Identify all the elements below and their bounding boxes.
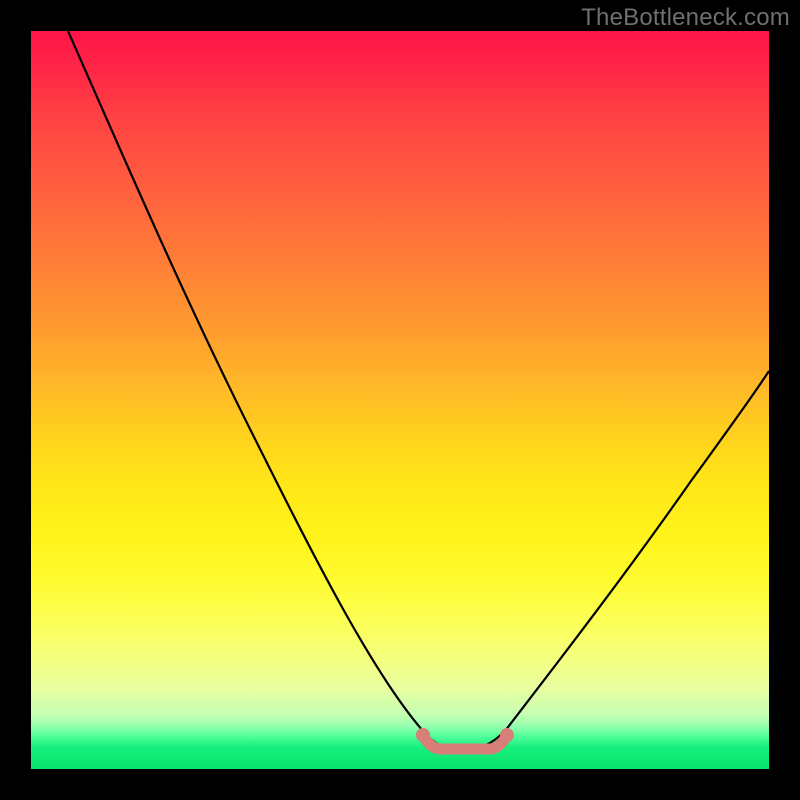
optimum-zone-marker bbox=[417, 729, 514, 750]
chart-frame: TheBottleneck.com bbox=[0, 0, 800, 800]
watermark-text: TheBottleneck.com bbox=[581, 4, 790, 32]
bottleneck-curve bbox=[68, 31, 769, 749]
chart-overlay-svg bbox=[31, 31, 769, 769]
plot-area bbox=[31, 31, 769, 769]
